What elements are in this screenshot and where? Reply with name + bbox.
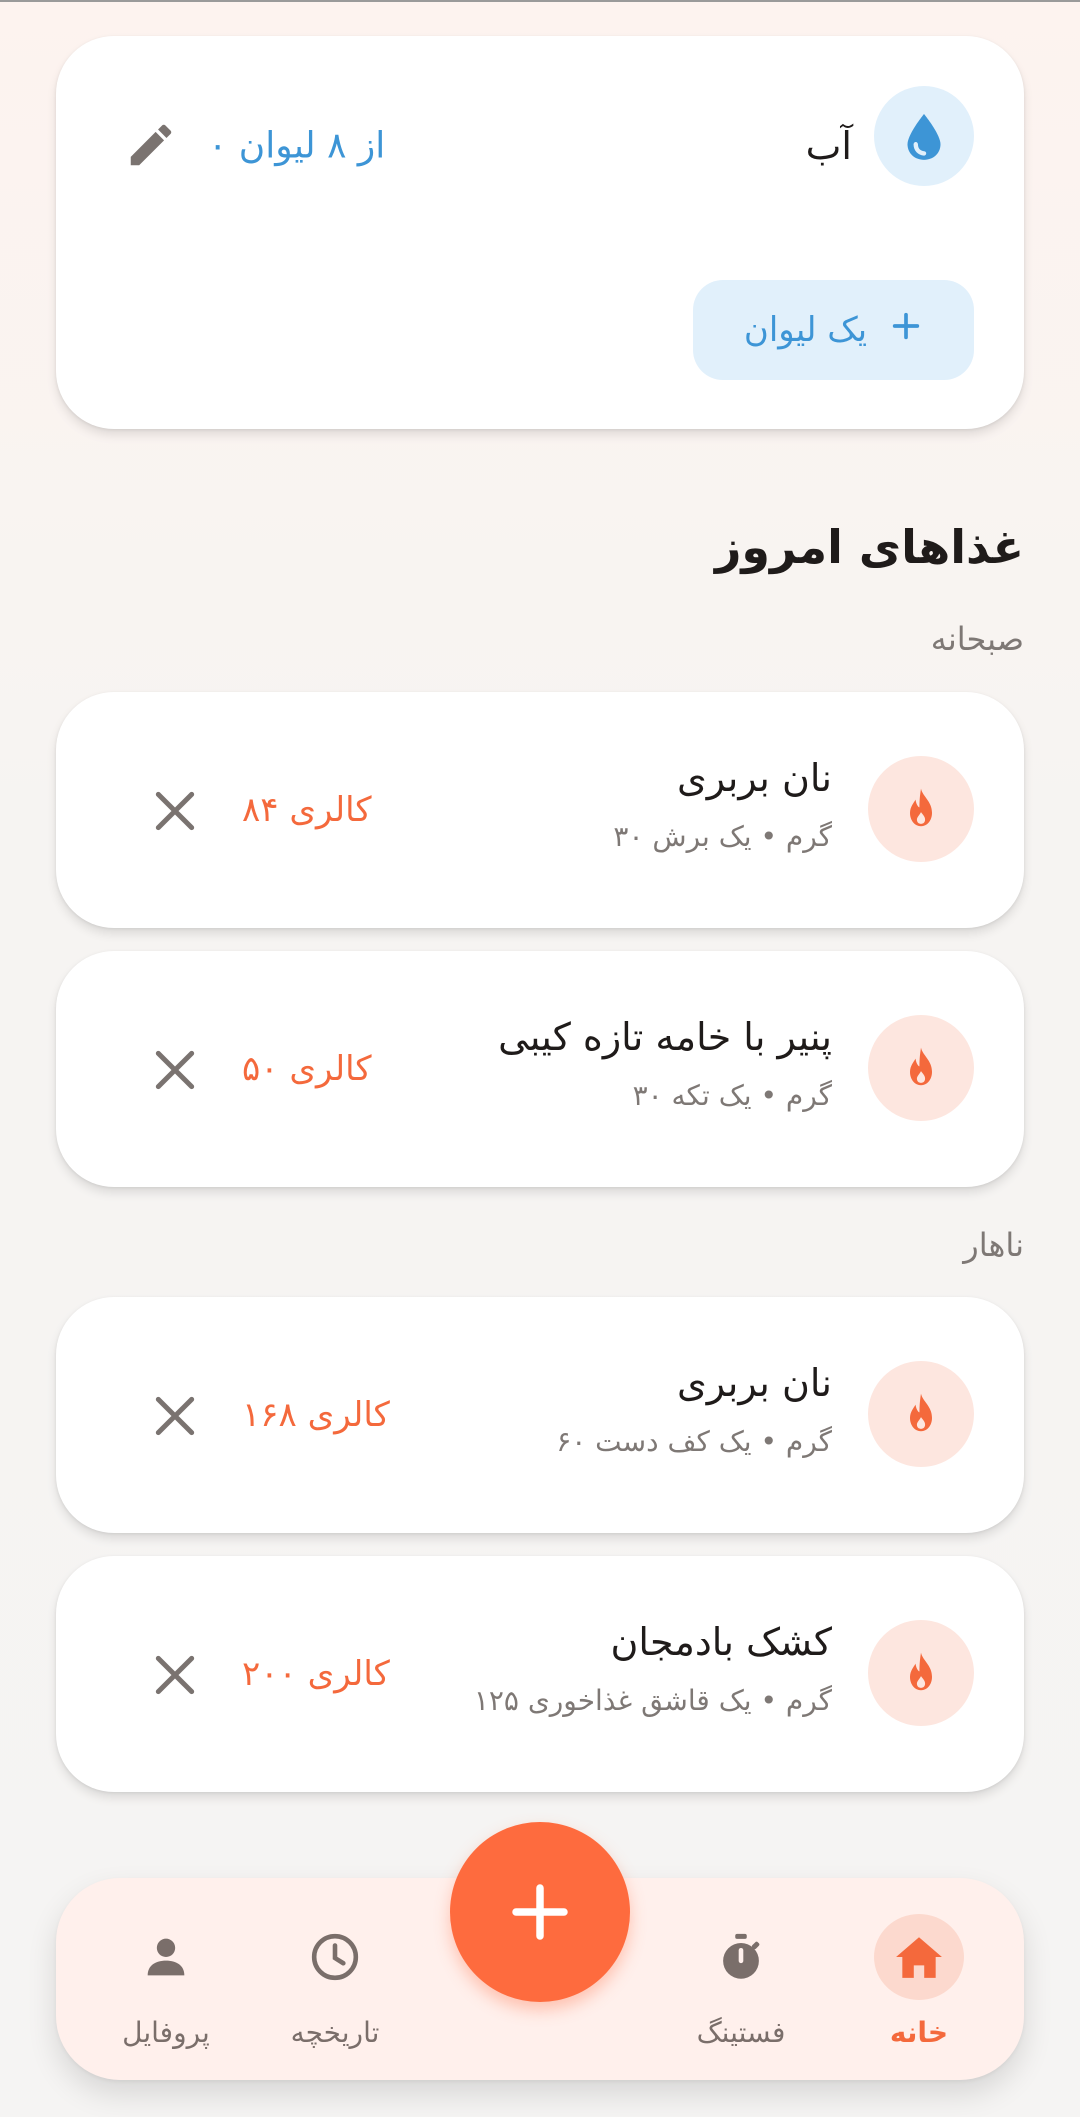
- fire-icon: [868, 1620, 974, 1726]
- status-divider: [0, 0, 1080, 2]
- food-name: پنیر با خامه تازه کیبی: [498, 1015, 832, 1059]
- food-detail: ۳۰ گرم • یک برش: [613, 820, 832, 853]
- food-calories: ۲۰۰ کالری: [242, 1654, 390, 1694]
- plus-icon: [889, 309, 923, 352]
- meal-label-lunch: ناهار: [963, 1226, 1024, 1264]
- food-detail: ۶۰ گرم • یک کف دست: [556, 1425, 832, 1458]
- water-count: ۰ از ۸ لیوان: [208, 125, 386, 167]
- fire-icon: [868, 1015, 974, 1121]
- remove-food-button[interactable]: [150, 1391, 200, 1441]
- fire-icon: [868, 756, 974, 862]
- food-calories: ۵۰ کالری: [242, 1049, 372, 1089]
- home-icon: [874, 1914, 964, 2000]
- nav-label-home: خانه: [889, 2016, 949, 2049]
- remove-food-button[interactable]: [150, 1045, 200, 1095]
- nav-label-fasting: فستینگ: [696, 2016, 786, 2049]
- close-icon: [155, 1396, 195, 1436]
- nav-item-history[interactable]: تاریخچه: [255, 1878, 415, 2080]
- nav-item-fasting[interactable]: فستینگ: [661, 1878, 821, 2080]
- nav-item-home[interactable]: خانه: [839, 1878, 999, 2080]
- remove-food-button[interactable]: [150, 786, 200, 836]
- plus-icon: [512, 1884, 568, 1940]
- edit-icon[interactable]: [124, 118, 178, 172]
- food-card[interactable]: نان بربری ۶۰ گرم • یک کف دست ۱۶۸ کالری: [56, 1297, 1024, 1533]
- food-detail: ۳۰ گرم • یک تکه: [632, 1079, 832, 1112]
- food-card[interactable]: کشک بادمجان ۱۲۵ گرم • یک قاشق غذاخوری ۲۰…: [56, 1556, 1024, 1792]
- close-icon: [155, 1050, 195, 1090]
- remove-food-button[interactable]: [150, 1650, 200, 1700]
- fire-icon: [868, 1361, 974, 1467]
- add-glass-label: یک لیوان: [743, 310, 868, 350]
- nav-label-history: تاریخچه: [290, 2016, 380, 2049]
- close-icon: [155, 791, 195, 831]
- food-name: نان بربری: [677, 1361, 832, 1405]
- food-card[interactable]: پنیر با خامه تازه کیبی ۳۰ گرم • یک تکه ۵…: [56, 951, 1024, 1187]
- add-food-button[interactable]: [450, 1822, 630, 2002]
- food-name: کشک بادمجان: [610, 1620, 832, 1664]
- water-title: آب: [805, 124, 852, 168]
- food-card[interactable]: نان بربری ۳۰ گرم • یک برش ۸۴ کالری: [56, 692, 1024, 928]
- add-glass-button[interactable]: یک لیوان: [693, 280, 974, 380]
- food-calories: ۱۶۸ کالری: [242, 1395, 390, 1435]
- meal-label-breakfast: صبحانه: [930, 620, 1024, 658]
- water-card: آب ۰ از ۸ لیوان یک لیوان: [56, 36, 1024, 429]
- close-icon: [155, 1655, 195, 1695]
- clock-icon: [290, 1914, 380, 2000]
- food-calories: ۸۴ کالری: [242, 790, 372, 830]
- food-detail: ۱۲۵ گرم • یک قاشق غذاخوری: [473, 1684, 832, 1717]
- nav-item-profile[interactable]: پروفایل: [86, 1878, 246, 2080]
- food-name: نان بربری: [677, 756, 832, 800]
- nav-label-profile: پروفایل: [122, 2016, 210, 2049]
- person-icon: [121, 1914, 211, 2000]
- water-drop-icon: [874, 86, 974, 186]
- page-title: غذاهای امروز: [714, 520, 1024, 574]
- stopwatch-icon: [696, 1914, 786, 2000]
